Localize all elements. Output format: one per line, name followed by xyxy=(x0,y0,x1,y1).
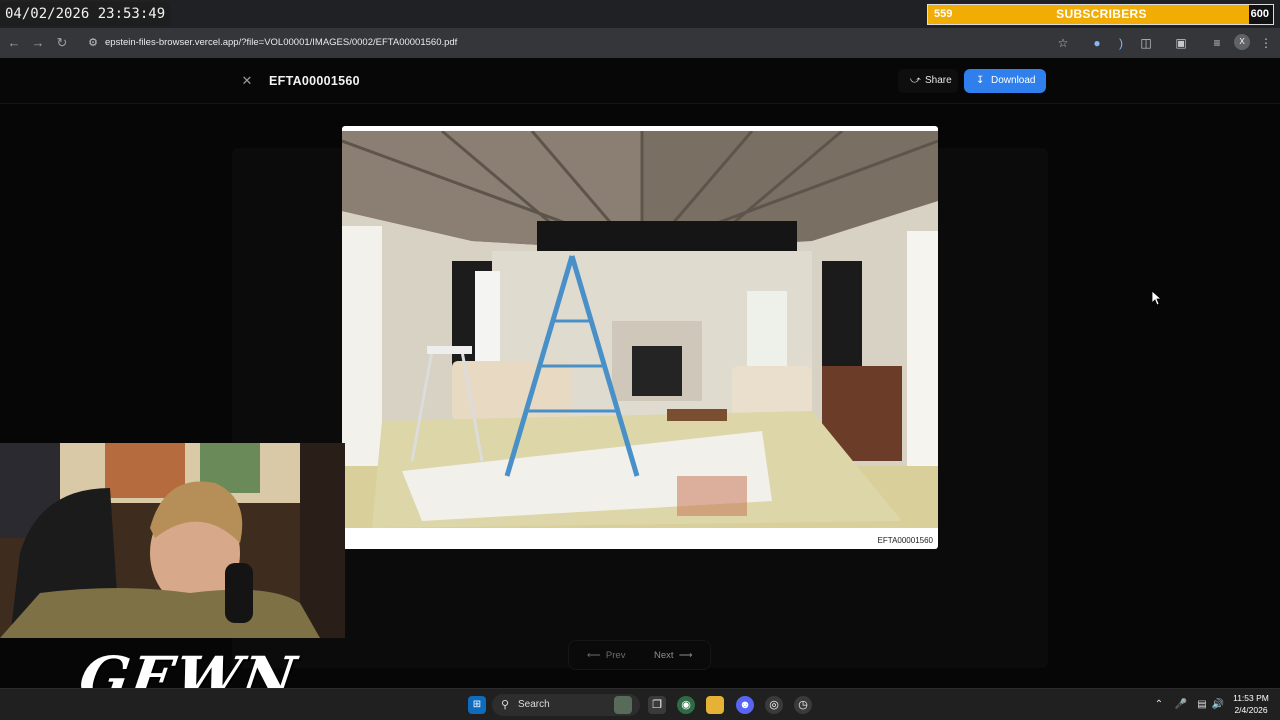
webcam-feed-image xyxy=(0,443,345,638)
extensions-puzzle-icon[interactable]: ◫ xyxy=(1138,35,1154,51)
media-controls-icon[interactable]: ≡ xyxy=(1209,35,1225,51)
address-bar[interactable]: ⚙ epstein-files-browser.vercel.app/?file… xyxy=(78,31,1078,55)
menu-kebab-icon[interactable]: ⋮ xyxy=(1258,35,1274,51)
prev-button[interactable]: ⟵ Prev xyxy=(587,649,625,663)
taskbar-date: 2/4/2026 xyxy=(1234,705,1268,715)
subscriber-label: SUBSCRIBERS xyxy=(1056,7,1147,21)
screen: 04/02/2026 23:53:49 559 SUBSCRIBERS 600 … xyxy=(0,0,1280,720)
subscriber-goal-bar: 559 SUBSCRIBERS 600 xyxy=(927,4,1274,25)
mouse-cursor-icon xyxy=(1152,291,1162,305)
cast-icon[interactable]: ▣ xyxy=(1173,35,1189,51)
back-icon[interactable]: ← xyxy=(6,35,22,51)
viewer-header: ✕ EFTA00001560 ⤻ Share ↧ Download xyxy=(0,58,1280,104)
share-button[interactable]: ⤻ Share xyxy=(898,69,958,93)
windows-taskbar: ⊞ ⚲ Search ❐ ◉ ☻ ◎ ◷ ⌃ 🎤 ▤ 🔊 11:53 PM 2/… xyxy=(0,688,1280,720)
search-highlight-icon[interactable] xyxy=(614,696,632,714)
prev-label: Prev xyxy=(605,650,626,661)
chrome-icon[interactable]: ◉ xyxy=(677,696,695,714)
task-view-icon[interactable]: ❐ xyxy=(648,696,666,714)
bookmark-star-icon[interactable]: ☆ xyxy=(1055,35,1071,51)
microphone-icon[interactable]: 🎤 xyxy=(1174,698,1188,712)
room-photo-image xyxy=(342,131,938,528)
volume-icon[interactable]: 🔊 xyxy=(1211,698,1225,712)
document-caption: EFTA00001560 xyxy=(877,536,933,545)
webcam-overlay xyxy=(0,443,345,638)
start-windows-icon[interactable]: ⊞ xyxy=(468,696,486,714)
browser-toolbar: ← → ↻ ⚙ epstein-files-browser.vercel.app… xyxy=(0,28,1280,58)
document-photo xyxy=(342,131,938,528)
next-button[interactable]: Next ⟶ xyxy=(654,649,692,663)
read-aloud-icon[interactable]: ) xyxy=(1113,35,1129,51)
search-icon: ⚲ xyxy=(501,699,510,711)
document-title: EFTA00001560 xyxy=(269,74,360,88)
file-explorer-icon[interactable] xyxy=(706,696,724,714)
share-label: Share xyxy=(925,75,952,86)
discord-icon[interactable]: ☻ xyxy=(736,696,754,714)
stream-clock: 04/02/2026 23:53:49 xyxy=(0,2,171,26)
taskbar-clock[interactable]: 11:53 PM 2/4/2026 xyxy=(1228,692,1274,716)
tray-chevron-up-icon[interactable]: ⌃ xyxy=(1152,698,1166,712)
profile-avatar[interactable]: X xyxy=(1234,34,1250,50)
subscriber-goal: 600 xyxy=(1250,8,1269,20)
search-label: Search xyxy=(518,699,550,710)
network-icon[interactable]: ▤ xyxy=(1195,698,1209,712)
taskbar-time: 11:53 PM xyxy=(1233,693,1269,703)
site-info-icon[interactable]: ⚙ xyxy=(86,36,100,50)
document-page: EFTA00001560 xyxy=(342,126,938,549)
download-label: Download xyxy=(991,75,1036,86)
next-label: Next xyxy=(654,650,674,661)
download-button[interactable]: ↧ Download xyxy=(964,69,1046,93)
clock-app-icon[interactable]: ◷ xyxy=(794,696,812,714)
extension-icon[interactable]: ● xyxy=(1089,35,1105,51)
pagination-controls: ⟵ Prev Next ⟶ xyxy=(568,640,711,670)
obs-icon[interactable]: ◎ xyxy=(765,696,783,714)
url-text[interactable]: epstein-files-browser.vercel.app/?file=V… xyxy=(105,36,457,50)
reload-icon[interactable]: ↻ xyxy=(54,35,70,51)
download-icon: ↧ xyxy=(976,75,985,86)
forward-icon[interactable]: → xyxy=(30,35,46,51)
share-icon: ⤻ xyxy=(910,75,921,86)
close-icon[interactable]: ✕ xyxy=(238,72,256,90)
